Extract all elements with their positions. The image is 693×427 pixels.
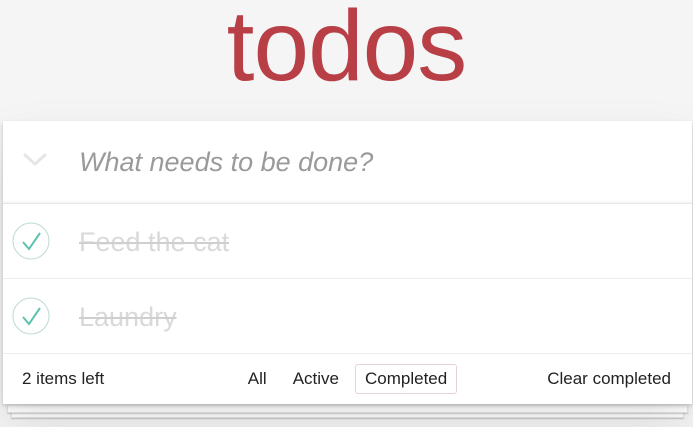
chevron-down-icon[interactable] xyxy=(21,149,49,171)
todo-item: Feed the cat xyxy=(3,204,692,279)
filter-item: Active xyxy=(283,364,349,394)
todo-label[interactable]: Laundry xyxy=(79,299,177,335)
todo-footer: 2 items left All Active Completed Clear … xyxy=(3,354,692,404)
todo-label[interactable]: Feed the cat xyxy=(79,224,229,260)
todo-item: Laundry xyxy=(3,279,692,354)
todo-app: Feed the cat Laundry 2 items left All Ac… xyxy=(3,121,692,404)
filter-item: Completed xyxy=(354,364,458,394)
filter-completed[interactable]: Completed xyxy=(354,364,458,394)
todo-header xyxy=(3,121,692,204)
new-todo-input[interactable] xyxy=(79,141,682,183)
filter-active[interactable]: Active xyxy=(283,364,349,394)
filter-all[interactable]: All xyxy=(238,364,277,394)
clear-completed-button[interactable]: Clear completed xyxy=(547,369,671,389)
filter-item: All xyxy=(238,364,277,394)
stack-decoration xyxy=(7,406,688,413)
checkmark-circle-icon[interactable] xyxy=(12,222,50,260)
todo-list: Feed the cat Laundry xyxy=(3,204,692,354)
checkmark-circle-icon[interactable] xyxy=(12,297,50,335)
app-title: todos xyxy=(226,0,468,102)
